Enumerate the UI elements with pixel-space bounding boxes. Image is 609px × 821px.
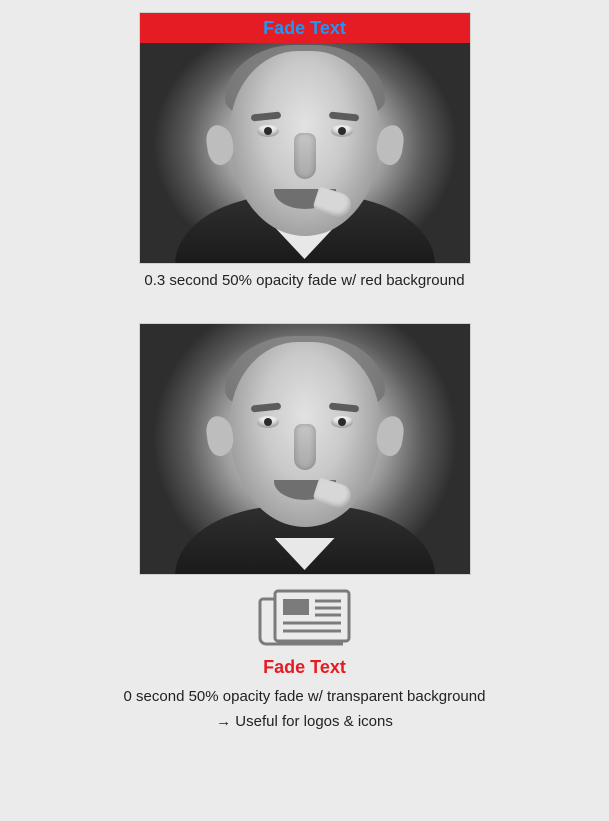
example-2 <box>139 323 471 575</box>
fade-banner-text: Fade Text <box>263 18 346 39</box>
icon-caption-line1: 0 second 50% opacity fade w/ transparent… <box>124 688 486 705</box>
portrait-face <box>215 51 395 261</box>
fade-banner: Fade Text <box>140 13 470 43</box>
newspaper-icon <box>257 587 353 649</box>
example-2-image <box>139 323 471 575</box>
example-1-image: Fade Text <box>139 12 471 264</box>
portrait-face <box>215 342 395 552</box>
example-1: Fade Text 0.3 second 50% opacity fade w/… <box>139 12 471 289</box>
icon-example: Fade Text 0 second 50% opacity fade w/ t… <box>124 587 486 730</box>
example-1-caption: 0.3 second 50% opacity fade w/ red backg… <box>144 272 464 289</box>
page-container: Fade Text 0.3 second 50% opacity fade w/… <box>0 0 609 730</box>
icon-fade-label: Fade Text <box>263 657 346 678</box>
icon-caption-line2: → Useful for logos & icons <box>216 713 393 730</box>
